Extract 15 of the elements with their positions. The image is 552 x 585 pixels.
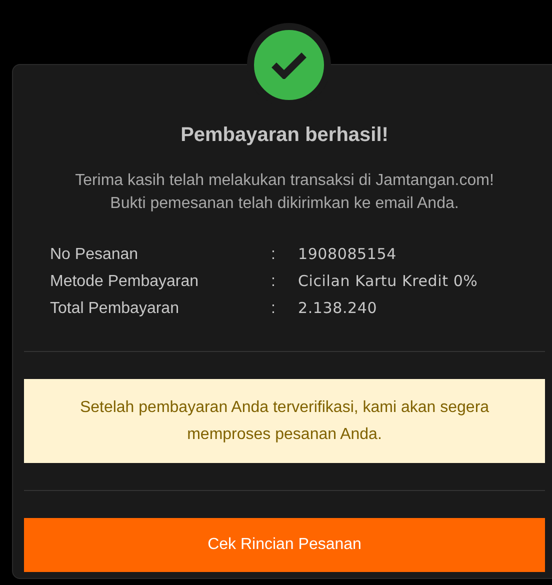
detail-label: Total Pembayaran xyxy=(50,299,179,319)
detail-value: 1908085154 xyxy=(298,244,396,265)
colon-separator: : xyxy=(271,272,276,292)
colon-separator: : xyxy=(271,245,276,265)
order-details-button[interactable]: Cek Rincian Pesanan xyxy=(24,518,545,572)
detail-value: 2.138.240 xyxy=(298,298,378,319)
notice-message: Setelah pembayaran Anda terverifikasi, kami akan segera memproses pesanan Anda. xyxy=(24,379,545,463)
checkmark-icon xyxy=(271,51,307,79)
confirmation-text: Terima kasih telah melakukan transaksi di Jamtangan.com! xyxy=(75,171,494,191)
colon-separator: : xyxy=(271,299,276,319)
detail-label: No Pesanan xyxy=(50,245,138,265)
detail-value: Cicilan Kartu Kredit 0% xyxy=(298,271,478,292)
dialog-title: Pembayaran berhasil! xyxy=(180,123,390,148)
confirmation-text: Bukti pemesanan telah dikirimkan ke email Anda. xyxy=(110,194,459,214)
detail-label: Metode Pembayaran xyxy=(50,272,199,292)
